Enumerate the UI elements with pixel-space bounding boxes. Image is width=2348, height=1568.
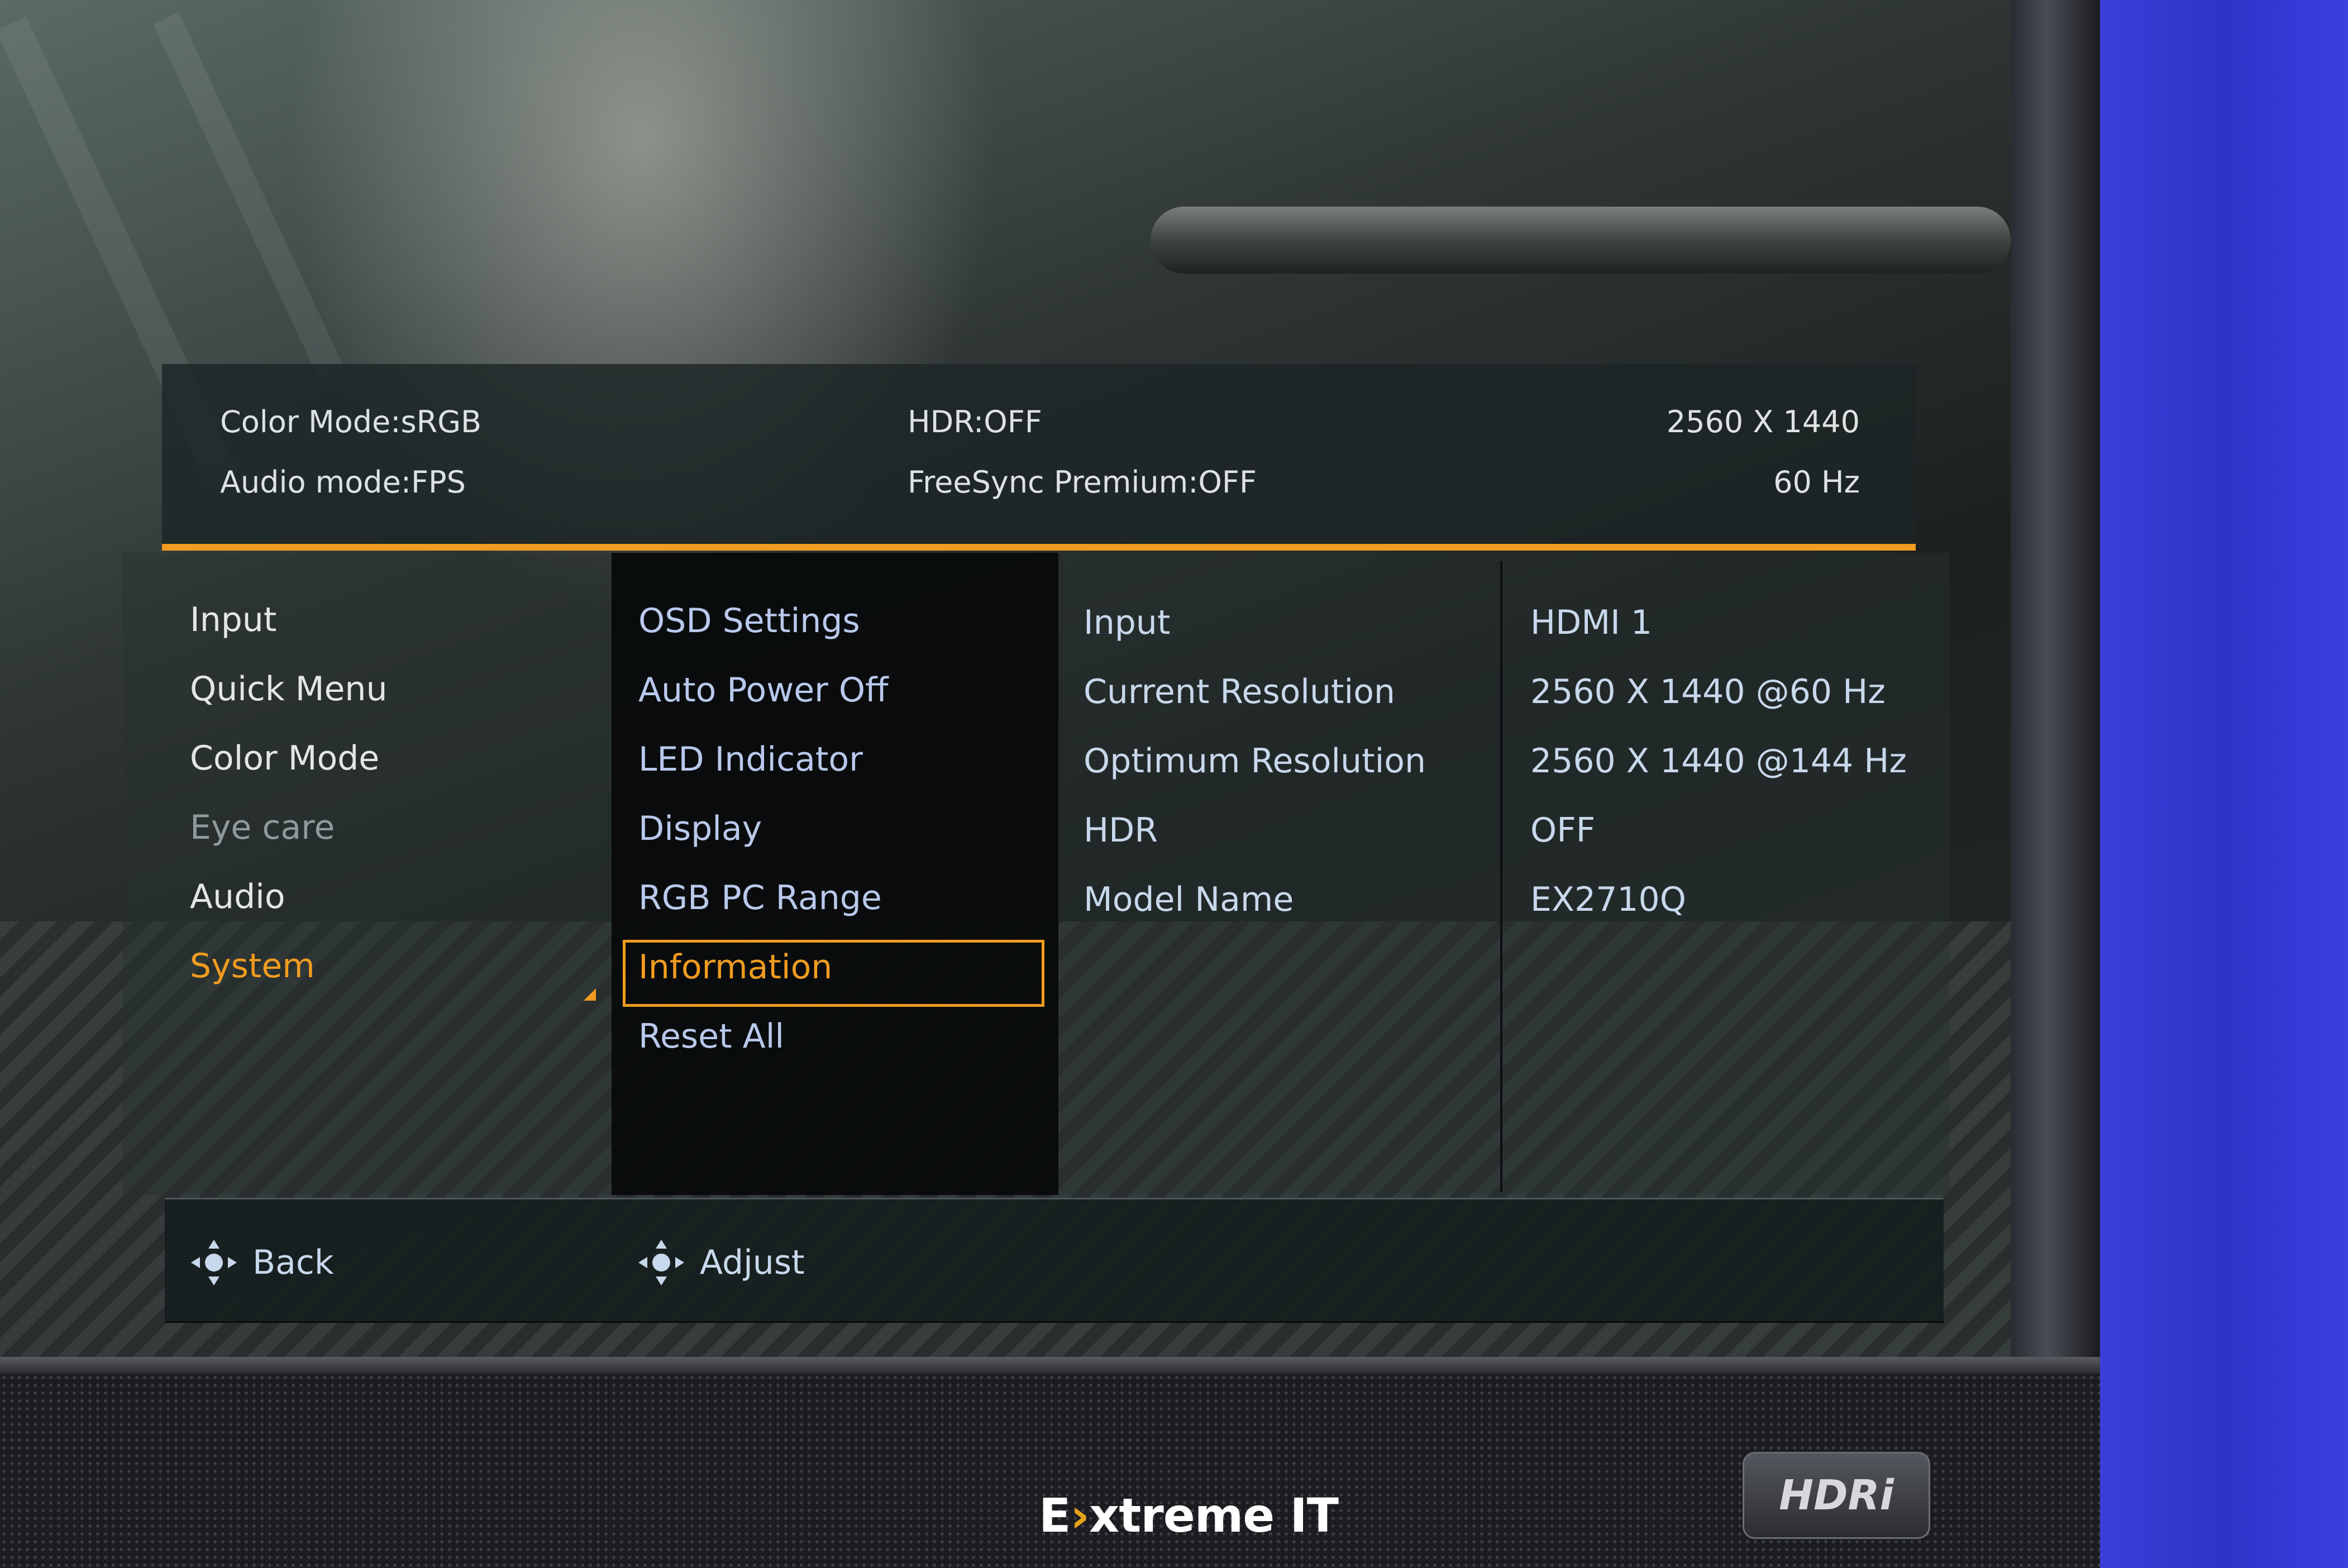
- sub-menu-item-auto-power-off[interactable]: Auto Power Off: [638, 671, 888, 710]
- selected-indicator: [584, 988, 596, 1001]
- dpad-icon: [191, 1240, 237, 1285]
- scene-rail: [1151, 207, 2011, 274]
- adjust-button[interactable]: Adjust: [637, 1239, 805, 1287]
- back-button[interactable]: Back: [190, 1239, 334, 1287]
- info-label-input: Input: [1084, 603, 1171, 642]
- info-label-model-name: Model Name: [1084, 880, 1294, 919]
- info-labels: Input Current Resolution Optimum Resolut…: [1058, 553, 1505, 1195]
- info-label-current-resolution: Current Resolution: [1084, 672, 1395, 711]
- sub-menu: OSD Settings Auto Power Off LED Indicato…: [612, 553, 1058, 1195]
- audio-mode-status: Audio mode:FPS: [220, 465, 466, 500]
- main-menu-item-color-mode[interactable]: Color Mode: [190, 739, 379, 778]
- adjust-label: Adjust: [700, 1243, 805, 1282]
- main-menu-item-quick-menu[interactable]: Quick Menu: [190, 670, 387, 709]
- main-menu-item-eye-care[interactable]: Eye care: [190, 808, 335, 847]
- info-label-hdr: HDR: [1084, 811, 1158, 850]
- osd-status-header: Color Mode:sRGB Audio mode:FPS HDR:OFF F…: [162, 364, 1916, 548]
- info-label-optimum-resolution: Optimum Resolution: [1084, 742, 1426, 781]
- info-value-current-resolution: 2560 X 1440 @60 Hz: [1530, 672, 1886, 711]
- main-menu-item-audio[interactable]: Audio: [190, 877, 285, 916]
- back-label: Back: [252, 1243, 334, 1282]
- header-divider: [162, 544, 1916, 551]
- sub-menu-item-rgb-pc-range[interactable]: RGB PC Range: [638, 878, 882, 917]
- info-values: HDMI 1 2560 X 1440 @60 Hz 2560 X 1440 @1…: [1505, 553, 1952, 1195]
- dpad-icon: [638, 1240, 684, 1285]
- sub-menu-item-led-indicator[interactable]: LED Indicator: [638, 740, 863, 779]
- freesync-status: FreeSync Premium:OFF: [908, 465, 1257, 500]
- hdr-badge: HDRi: [1743, 1452, 1930, 1539]
- main-menu-item-input[interactable]: Input: [190, 600, 276, 639]
- background-wall: [2100, 0, 2348, 1568]
- monitor-bezel: [2011, 0, 2100, 1374]
- sub-menu-item-reset-all[interactable]: Reset All: [638, 1017, 784, 1056]
- hdr-status: HDR:OFF: [908, 404, 1042, 439]
- resolution-status: 2560 X 1440: [1666, 404, 1860, 439]
- main-menu: Input Quick Menu Color Mode Eye care Aud…: [190, 600, 603, 1187]
- info-value-input: HDMI 1: [1530, 603, 1653, 642]
- sub-menu-item-osd-settings[interactable]: OSD Settings: [638, 601, 860, 640]
- monitor-bottom-edge: [0, 1357, 2100, 1374]
- color-mode-status: Color Mode:sRGB: [220, 404, 482, 439]
- watermark-logo: E›xtreme IT: [1039, 1488, 1339, 1543]
- main-menu-item-system[interactable]: System: [190, 946, 315, 986]
- info-value-model-name: EX2710Q: [1530, 880, 1686, 919]
- info-value-optimum-resolution: 2560 X 1440 @144 Hz: [1530, 742, 1907, 781]
- osd-footer: Back Adjust: [165, 1198, 1944, 1323]
- column-divider: [1500, 561, 1502, 1192]
- refresh-status: 60 Hz: [1773, 465, 1860, 500]
- sub-menu-item-display[interactable]: Display: [638, 809, 762, 848]
- selection-highlight: [623, 940, 1044, 1007]
- info-value-hdr: OFF: [1530, 811, 1596, 850]
